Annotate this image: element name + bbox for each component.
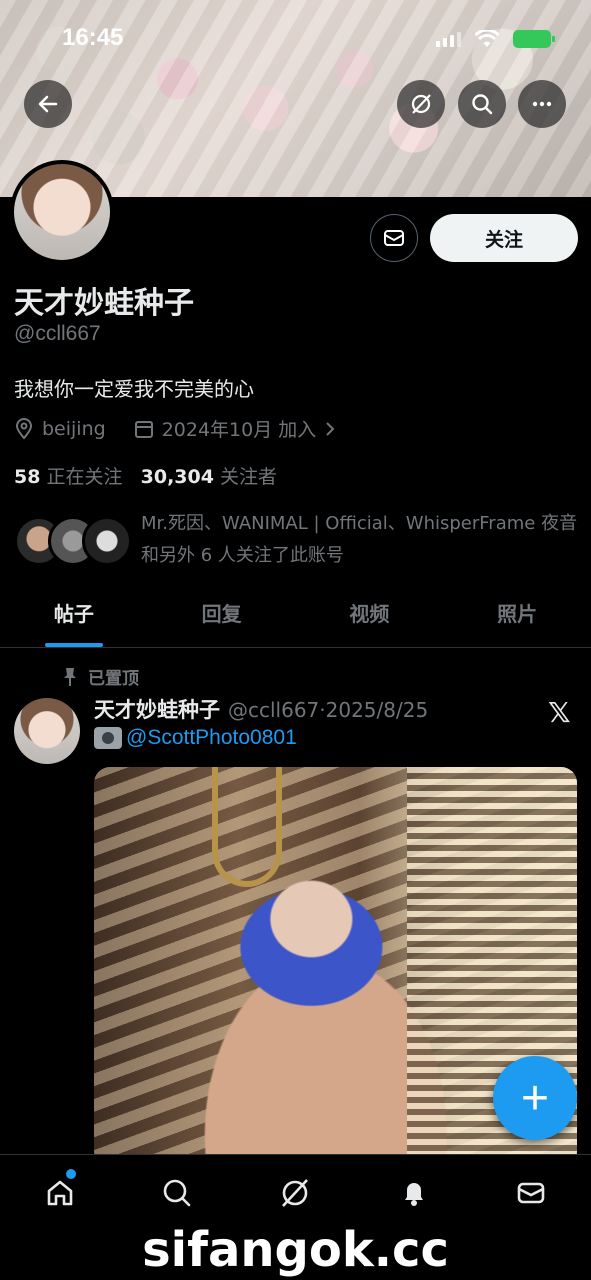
calendar-icon bbox=[134, 420, 153, 438]
profile-name: 天才妙蛙种子 bbox=[14, 286, 194, 321]
profile-stats: 58 正在关注 30,304 关注者 bbox=[14, 462, 277, 489]
search-button[interactable] bbox=[458, 80, 506, 128]
search-icon bbox=[472, 94, 493, 115]
tab-photos[interactable]: 照片 bbox=[443, 588, 591, 647]
watermark-text: sifangok.cc bbox=[142, 1222, 449, 1278]
tab-videos[interactable]: 视频 bbox=[296, 588, 444, 647]
profile-bio: 我想你一定爱我不完美的心 bbox=[14, 377, 254, 401]
search-icon bbox=[163, 1179, 191, 1207]
following-link[interactable]: 58 正在关注 bbox=[14, 466, 123, 488]
pinned-indicator: 已置顶 bbox=[62, 664, 139, 689]
location-icon bbox=[15, 417, 33, 440]
wifi-icon bbox=[475, 30, 499, 47]
more-button[interactable] bbox=[518, 80, 566, 128]
profile-tabs: 帖子 回复 视频 照片 bbox=[0, 588, 591, 648]
notification-dot bbox=[66, 1169, 76, 1179]
nav-home[interactable] bbox=[40, 1173, 80, 1213]
more-icon bbox=[532, 101, 552, 107]
mutual-avatars bbox=[14, 516, 132, 568]
followers-link[interactable]: 30,304 关注者 bbox=[141, 466, 277, 488]
chevron-right-icon[interactable] bbox=[324, 420, 336, 438]
post-avatar[interactable] bbox=[14, 698, 80, 764]
pin-icon bbox=[64, 667, 76, 686]
tab-replies[interactable]: 回复 bbox=[148, 588, 296, 647]
grok-icon bbox=[282, 1179, 308, 1207]
bell-icon bbox=[405, 1183, 423, 1206]
profile-handle: @ccll667 bbox=[14, 322, 101, 345]
message-button[interactable] bbox=[370, 214, 418, 262]
follow-button[interactable]: 关注 bbox=[430, 214, 578, 262]
nav-notifications[interactable] bbox=[394, 1173, 434, 1213]
post-mention-link[interactable]: @ScottPhoto0801 bbox=[126, 726, 297, 750]
tab-posts[interactable]: 帖子 bbox=[0, 588, 148, 647]
x-logo-icon: 𝕏 bbox=[548, 697, 571, 728]
nav-grok[interactable] bbox=[275, 1173, 315, 1213]
grok-button[interactable] bbox=[397, 80, 445, 128]
followers-label: 关注者 bbox=[220, 466, 278, 488]
post-author-meta: @ccll667·2025/8/25 bbox=[228, 698, 429, 722]
battery-icon bbox=[513, 30, 555, 48]
post-text: @ScottPhoto0801 bbox=[94, 726, 297, 750]
status-icons bbox=[436, 30, 555, 48]
post-author-name[interactable]: 天才妙蛙种子 bbox=[94, 694, 220, 724]
nav-messages[interactable] bbox=[511, 1173, 551, 1213]
status-time: 16:45 bbox=[62, 24, 124, 51]
pinned-label: 已置顶 bbox=[88, 669, 139, 689]
compose-button[interactable]: + bbox=[493, 1056, 577, 1140]
profile-location: beijing bbox=[42, 417, 106, 440]
followers-count: 30,304 bbox=[140, 466, 214, 488]
grok-icon bbox=[411, 94, 431, 114]
nav-search[interactable] bbox=[157, 1173, 197, 1213]
back-button[interactable] bbox=[24, 80, 72, 128]
following-label: 正在关注 bbox=[46, 466, 123, 488]
camera-icon bbox=[94, 727, 122, 749]
mirror-decoration bbox=[212, 767, 282, 887]
post-header: 天才妙蛙种子 @ccll667·2025/8/25 bbox=[94, 694, 428, 724]
signal-icon bbox=[436, 31, 461, 47]
followed-by-text: Mr.死因、WANIMAL | Official、WhisperFrame 夜音… bbox=[141, 513, 578, 566]
profile-meta: beijing 2024年10月 加入 bbox=[14, 415, 336, 442]
status-bar: 16:45 bbox=[0, 22, 591, 58]
profile-avatar[interactable] bbox=[10, 160, 114, 264]
profile-joined[interactable]: 2024年10月 加入 bbox=[162, 415, 317, 442]
arrow-left-icon bbox=[38, 95, 58, 113]
following-count: 58 bbox=[14, 466, 41, 488]
mail-icon bbox=[384, 230, 404, 246]
avatar bbox=[82, 516, 132, 566]
mail-icon bbox=[517, 1182, 545, 1204]
home-icon bbox=[47, 1180, 73, 1206]
